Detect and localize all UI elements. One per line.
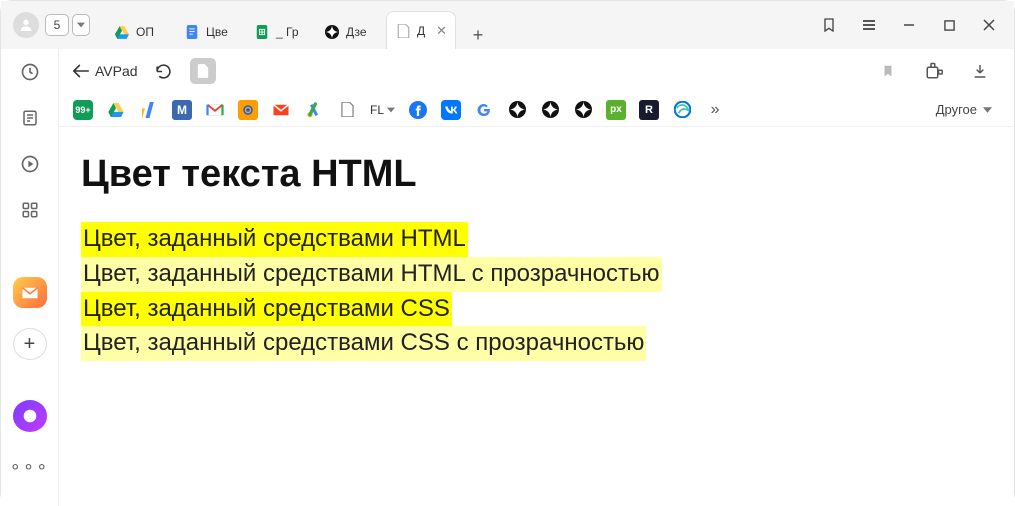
history-icon[interactable] bbox=[16, 59, 44, 85]
tab-close-button[interactable]: ✕ bbox=[436, 23, 447, 39]
bm-zen-icon-2[interactable] bbox=[540, 100, 560, 120]
page-title: Цвет текста HTML bbox=[81, 153, 992, 196]
content-line: Цвет, заданный средствами HTML bbox=[81, 222, 468, 257]
content-line: Цвет, заданный средствами HTML с прозрач… bbox=[81, 257, 662, 292]
bookmark-page-icon[interactable] bbox=[876, 59, 900, 83]
tab-zen[interactable]: Дзе bbox=[316, 15, 386, 49]
menu-icon[interactable] bbox=[860, 16, 878, 34]
zen-icon bbox=[324, 24, 340, 40]
close-window-button[interactable] bbox=[980, 16, 998, 34]
tab-label: Дзе bbox=[346, 25, 367, 39]
tab-label: _ Гр bbox=[276, 25, 299, 39]
tab-sheets[interactable]: _ Гр bbox=[246, 15, 316, 49]
titlebar: 5 ОП Цве _ Гр Дзе bbox=[1, 1, 1014, 49]
new-tab-button[interactable]: + bbox=[464, 21, 492, 49]
bm-gmail-icon[interactable] bbox=[205, 100, 225, 120]
mail-app-icon[interactable] bbox=[13, 277, 47, 309]
bm-mailru-icon[interactable] bbox=[238, 100, 258, 120]
address-bar: AVPad bbox=[59, 49, 1014, 93]
content-line: Цвет, заданный средствами CSS bbox=[81, 292, 452, 327]
bm-zen-icon-3[interactable] bbox=[573, 100, 593, 120]
page-content: Цвет текста HTML Цвет, заданный средства… bbox=[59, 127, 1014, 506]
bm-drive-icon[interactable] bbox=[106, 100, 126, 120]
tab-drive[interactable]: ОП bbox=[106, 15, 176, 49]
tab-label: ОП bbox=[136, 25, 154, 39]
more-icon[interactable]: ∘∘∘ bbox=[10, 456, 50, 477]
bm-px-icon[interactable]: px bbox=[606, 100, 626, 120]
tab-count[interactable]: 5 bbox=[45, 14, 69, 36]
downloads-icon[interactable] bbox=[968, 59, 992, 83]
bm-doc-icon[interactable] bbox=[337, 100, 357, 120]
file-icon bbox=[395, 23, 411, 39]
bookmark-window-icon[interactable] bbox=[820, 16, 838, 34]
notes-icon[interactable] bbox=[16, 105, 44, 131]
google-drive-icon bbox=[114, 24, 130, 40]
play-icon[interactable] bbox=[16, 151, 44, 177]
reload-button[interactable] bbox=[152, 59, 176, 83]
bm-yandex-mail-icon[interactable] bbox=[271, 100, 291, 120]
maximize-button[interactable] bbox=[940, 16, 958, 34]
bookmarks-bar: 99+ M FL bbox=[59, 93, 1014, 127]
alice-icon[interactable] bbox=[13, 400, 47, 432]
bm-adsense-icon[interactable] bbox=[139, 100, 159, 120]
bm-edge-icon[interactable] bbox=[672, 100, 692, 120]
content-line: Цвет, заданный средствами CSS с прозрачн… bbox=[81, 326, 646, 361]
tab-count-dropdown[interactable] bbox=[72, 14, 90, 36]
bm-r-icon[interactable]: R bbox=[639, 100, 659, 120]
minimize-button[interactable] bbox=[900, 16, 918, 34]
bm-google-icon[interactable] bbox=[474, 100, 494, 120]
bm-google-ads-icon[interactable] bbox=[304, 100, 324, 120]
back-button[interactable]: AVPad bbox=[73, 63, 138, 79]
add-panel-button[interactable]: + bbox=[13, 328, 47, 360]
bm-99plus-icon[interactable]: 99+ bbox=[73, 100, 93, 120]
extensions-icon[interactable] bbox=[922, 59, 946, 83]
bm-other-folder[interactable]: Другое bbox=[936, 102, 992, 117]
profile-avatar[interactable] bbox=[13, 12, 39, 38]
side-panel: + ∘∘∘ bbox=[1, 49, 59, 506]
back-label: AVPad bbox=[95, 63, 138, 79]
page-file-icon[interactable] bbox=[190, 58, 216, 84]
bm-fl-folder[interactable]: FL bbox=[370, 103, 395, 117]
bm-vk-icon[interactable] bbox=[441, 100, 461, 120]
tab-label: Цве bbox=[206, 25, 228, 39]
bm-zen-icon-1[interactable] bbox=[507, 100, 527, 120]
tab-active[interactable]: Д ✕ bbox=[386, 11, 456, 49]
bm-other-label: Другое bbox=[936, 102, 977, 117]
google-docs-icon bbox=[184, 24, 200, 40]
bm-fl-label: FL bbox=[370, 103, 384, 117]
bm-facebook-icon[interactable] bbox=[408, 100, 428, 120]
google-sheets-icon bbox=[254, 24, 270, 40]
tab-docs[interactable]: Цве bbox=[176, 15, 246, 49]
bm-medium-icon[interactable]: M bbox=[172, 100, 192, 120]
apps-icon[interactable] bbox=[16, 197, 44, 223]
window-controls bbox=[820, 16, 1008, 34]
tab-strip: ОП Цве _ Гр Дзе Д ✕ + bbox=[106, 1, 492, 49]
tab-label: Д bbox=[417, 24, 425, 38]
bm-overflow-icon[interactable]: » bbox=[705, 100, 725, 120]
tab-count-group: 5 bbox=[45, 14, 90, 36]
